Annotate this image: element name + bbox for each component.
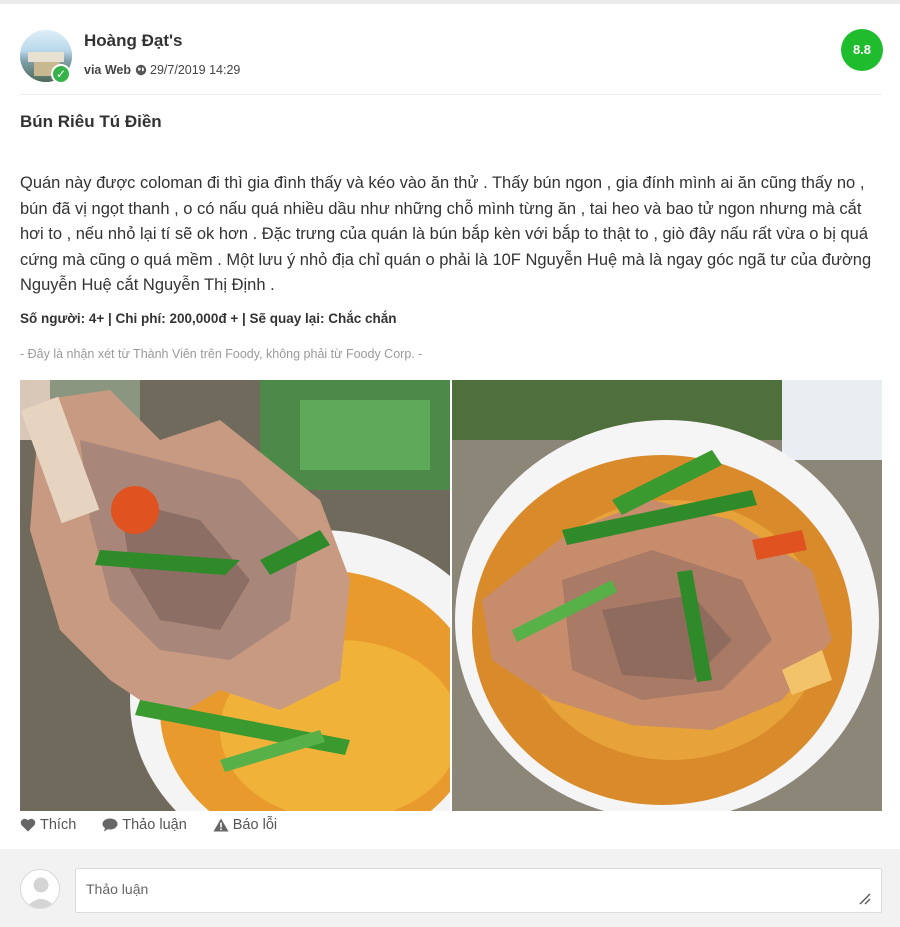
review-photo-2[interactable] <box>452 380 882 811</box>
disclaimer: - Đây là nhận xét từ Thành Viên trên Foo… <box>20 347 423 361</box>
discuss-button[interactable]: Thảo luận <box>102 817 187 833</box>
user-placeholder-icon <box>20 869 60 909</box>
review-title[interactable]: Bún Riêu Tú Điền <box>20 112 162 132</box>
review-card: ✓ Hoàng Đạt's via Web 29/7/2019 14:29 8.… <box>0 4 900 849</box>
user-name[interactable]: Hoàng Đạt's <box>84 31 183 51</box>
globe-icon <box>135 64 147 76</box>
comment-area <box>0 849 900 927</box>
review-body: Quán này được coloman đi thì gia đình th… <box>20 174 872 294</box>
review-stats: Số người: 4+ | Chi phí: 200,000đ + | Sẽ … <box>20 311 397 326</box>
comment-bubble-icon <box>102 818 118 832</box>
report-button[interactable]: Báo lỗi <box>213 817 277 833</box>
heart-icon <box>20 818 36 832</box>
like-button[interactable]: Thích <box>20 817 76 833</box>
score-badge: 8.8 <box>841 29 883 71</box>
post-timestamp: 29/7/2019 14:29 <box>150 63 241 77</box>
like-label: Thích <box>40 817 77 833</box>
review-photo-1[interactable] <box>20 380 450 811</box>
comment-input[interactable] <box>75 868 882 913</box>
via-source: via Web <box>84 63 132 77</box>
divider <box>20 94 882 95</box>
post-meta: via Web 29/7/2019 14:29 <box>84 63 240 77</box>
warning-icon <box>213 818 229 832</box>
report-label: Báo lỗi <box>232 817 278 833</box>
resize-grip-icon[interactable] <box>857 891 871 905</box>
review-actions: Thích Thảo luận Báo lỗi <box>20 817 277 833</box>
discuss-label: Thảo luận <box>122 817 187 833</box>
verified-check-icon: ✓ <box>51 64 71 84</box>
